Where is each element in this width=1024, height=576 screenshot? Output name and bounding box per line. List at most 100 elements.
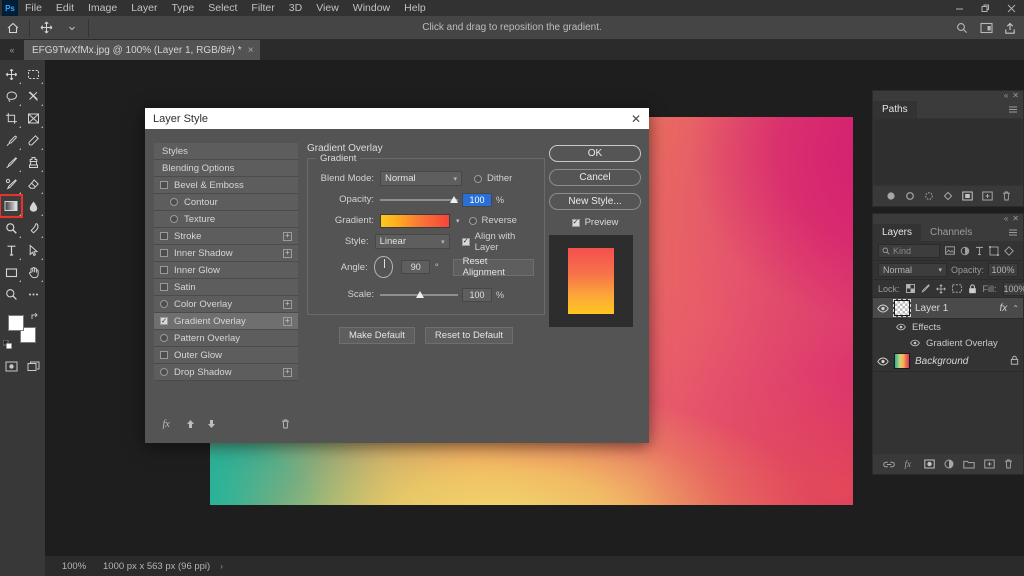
style-item-stroke[interactable]: Stroke + xyxy=(154,228,298,245)
pen-tool[interactable] xyxy=(22,217,44,239)
adjustment-filter-icon[interactable] xyxy=(960,246,970,256)
brush-tool[interactable] xyxy=(0,151,22,173)
menu-3d[interactable]: 3D xyxy=(282,0,309,16)
search-icon[interactable] xyxy=(950,17,974,39)
move-down-icon[interactable] xyxy=(207,419,216,432)
cancel-button[interactable]: Cancel xyxy=(549,169,641,186)
add-effect-icon[interactable]: + xyxy=(283,299,292,309)
tab-paths[interactable]: Paths xyxy=(873,101,917,118)
menu-file[interactable]: File xyxy=(18,0,49,16)
close-panel-icon[interactable]: ✕ xyxy=(1012,92,1019,100)
group-icon[interactable] xyxy=(963,460,975,469)
list-item[interactable]: Gradient Overlay xyxy=(873,335,1023,351)
status-expand-icon[interactable]: › xyxy=(220,562,223,571)
object-selection-tool[interactable] xyxy=(22,85,44,107)
scale-value-field[interactable]: 100 xyxy=(462,287,492,302)
layer-visibility-icon[interactable] xyxy=(877,304,889,313)
style-item-texture[interactable]: Texture xyxy=(154,211,298,228)
move-tool-icon[interactable] xyxy=(33,17,59,39)
layer-style-dialog[interactable]: Layer Style ✕ Styles Blending Options Be… xyxy=(145,108,649,443)
stroke-path-icon[interactable] xyxy=(905,191,915,201)
move-tool[interactable] xyxy=(0,63,22,85)
angle-dial[interactable] xyxy=(373,256,394,278)
reverse-checkbox[interactable] xyxy=(468,216,477,225)
style-checkbox[interactable] xyxy=(160,300,168,308)
make-work-path-icon[interactable] xyxy=(943,191,953,201)
menu-help[interactable]: Help xyxy=(397,0,433,16)
layer-opacity-value[interactable]: 100% xyxy=(988,263,1018,277)
table-row[interactable]: Layer 1 fx ⌃ xyxy=(873,298,1023,319)
menu-edit[interactable]: Edit xyxy=(49,0,81,16)
panel-menu-icon[interactable] xyxy=(1008,101,1023,118)
reset-alignment-button[interactable]: Reset Alignment xyxy=(452,256,534,278)
trash-icon[interactable] xyxy=(281,419,290,432)
fx-icon[interactable]: fx xyxy=(162,418,174,432)
gradient-tool[interactable] xyxy=(0,194,23,218)
home-icon[interactable] xyxy=(0,17,26,39)
lock-artboard-icon[interactable] xyxy=(951,284,962,293)
ok-button[interactable]: OK xyxy=(549,145,641,162)
style-checkbox[interactable] xyxy=(170,215,178,223)
lock-position-icon[interactable] xyxy=(935,283,946,294)
gradient-preview-swatch[interactable] xyxy=(380,213,450,228)
frame-tool[interactable] xyxy=(22,107,44,129)
style-checkbox[interactable] xyxy=(170,198,178,206)
preview-checkbox-row[interactable]: Preview xyxy=(549,217,641,228)
style-item-styles[interactable]: Styles xyxy=(154,143,298,160)
add-mask-icon[interactable] xyxy=(961,191,973,201)
new-style-button[interactable]: New Style... xyxy=(549,193,641,210)
blend-mode-select[interactable]: Normal ▾ xyxy=(380,171,462,186)
gradient-picker-chevron-icon[interactable]: ▾ xyxy=(456,217,460,225)
slider-knob[interactable] xyxy=(416,291,424,298)
style-item-inner-shadow[interactable]: Inner Shadow + xyxy=(154,245,298,262)
link-icon[interactable] xyxy=(883,460,895,469)
collapse-icon[interactable]: « xyxy=(1004,92,1008,100)
reverse-checkbox-row[interactable]: Reverse xyxy=(468,215,517,226)
menu-layer[interactable]: Layer xyxy=(124,0,164,16)
eyedropper-tool[interactable] xyxy=(0,129,22,151)
lock-icon[interactable] xyxy=(1010,355,1019,368)
slider-knob[interactable] xyxy=(450,196,458,203)
minimize-icon[interactable] xyxy=(946,0,972,16)
style-item-drop-shadow[interactable]: Drop Shadow + xyxy=(154,364,298,381)
style-checkbox[interactable] xyxy=(160,334,168,342)
gradient-style-select[interactable]: Linear ▾ xyxy=(374,234,450,249)
fill-value[interactable]: 100% xyxy=(1002,281,1024,296)
style-item-color-overlay[interactable]: Color Overlay + xyxy=(154,296,298,313)
dither-checkbox[interactable] xyxy=(474,174,482,183)
opacity-value-field[interactable]: 100 xyxy=(462,192,492,207)
lock-all-icon[interactable] xyxy=(968,283,977,294)
hand-tool[interactable] xyxy=(22,261,44,283)
fx-icon[interactable]: fx xyxy=(1000,303,1008,314)
style-item-satin[interactable]: Satin xyxy=(154,279,298,296)
layer-blend-mode-select[interactable]: Normal ▾ xyxy=(878,263,947,277)
style-checkbox[interactable] xyxy=(160,317,168,325)
spot-healing-brush-tool[interactable] xyxy=(22,129,44,151)
foreground-color-swatch[interactable] xyxy=(8,315,24,331)
tool-preset-chevron-icon[interactable] xyxy=(59,17,85,39)
lasso-tool[interactable] xyxy=(0,85,22,107)
table-row[interactable]: Background xyxy=(873,351,1023,372)
dodge-tool[interactable] xyxy=(0,217,22,239)
zoom-tool[interactable] xyxy=(0,283,22,305)
add-effect-icon[interactable]: + xyxy=(283,316,292,326)
fill-path-icon[interactable] xyxy=(886,191,896,201)
zoom-level[interactable]: 100% xyxy=(45,561,103,572)
effects-visibility-icon[interactable] xyxy=(895,323,907,331)
paths-list[interactable] xyxy=(875,119,1021,185)
style-item-pattern-overlay[interactable]: Pattern Overlay xyxy=(154,330,298,347)
adjustment-icon[interactable] xyxy=(944,459,954,469)
shape-filter-icon[interactable] xyxy=(989,245,999,256)
quick-mask-icon[interactable] xyxy=(0,355,22,377)
move-up-icon[interactable] xyxy=(186,419,195,432)
new-layer-icon[interactable] xyxy=(984,459,995,469)
background-visibility-icon[interactable] xyxy=(877,357,889,366)
style-checkbox[interactable] xyxy=(160,181,168,189)
delete-path-icon[interactable] xyxy=(1002,191,1011,201)
screen-mode-icon[interactable] xyxy=(22,355,44,377)
history-brush-tool[interactable] xyxy=(0,173,22,195)
layer-thumbnail[interactable] xyxy=(893,299,911,317)
collapse-panels-icon[interactable]: « xyxy=(0,40,24,60)
style-checkbox[interactable] xyxy=(160,266,168,274)
path-selection-tool[interactable] xyxy=(22,239,44,261)
